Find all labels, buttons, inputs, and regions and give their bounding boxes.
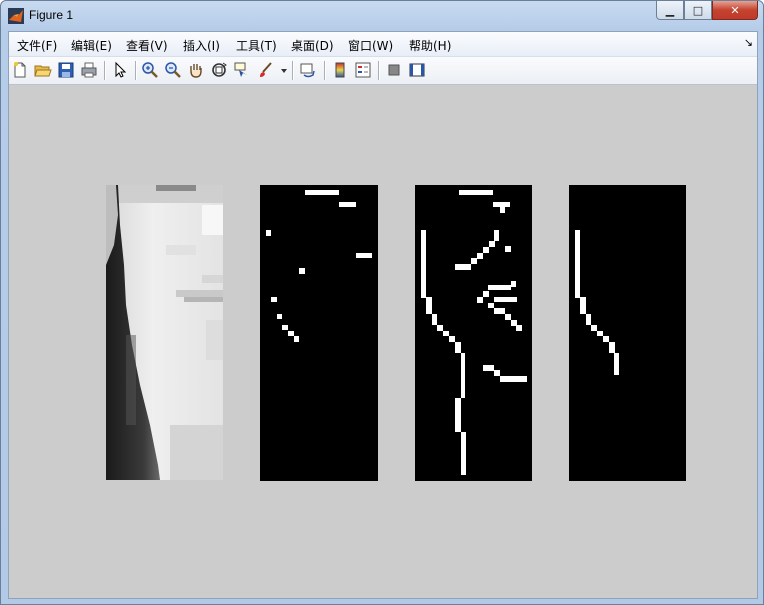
data-cursor-icon[interactable] xyxy=(233,61,251,79)
zoom-out-icon[interactable] xyxy=(164,61,182,79)
menu-file[interactable]: 文件(F) xyxy=(17,37,57,54)
dock-arrow-icon[interactable]: ↘ xyxy=(744,36,753,49)
subplot-edges-sparse[interactable] xyxy=(260,185,378,481)
save-icon[interactable] xyxy=(57,61,75,79)
close-icon: ✕ xyxy=(730,3,740,17)
matlab-logo-icon xyxy=(8,8,24,24)
menu-tools[interactable]: 工具(T) xyxy=(236,37,277,54)
title-bar[interactable]: Figure 1 ▁ □ ✕ xyxy=(1,1,763,31)
maximize-icon: □ xyxy=(692,3,704,17)
menu-desktop[interactable]: 桌面(D) xyxy=(291,37,334,54)
pan-hand-icon[interactable] xyxy=(187,61,205,79)
menu-window[interactable]: 窗口(W) xyxy=(348,37,393,54)
zoom-in-icon[interactable] xyxy=(141,61,159,79)
maximize-button[interactable]: □ xyxy=(684,1,712,20)
window-title: Figure 1 xyxy=(29,8,74,22)
pointer-icon[interactable] xyxy=(111,61,129,79)
brush-icon[interactable] xyxy=(257,61,275,79)
menu-bar: 文件(F) 编辑(E) 查看(V) 插入(I) 工具(T) 桌面(D) 窗口(W… xyxy=(9,32,757,57)
menu-help[interactable]: 帮助(H) xyxy=(409,37,451,54)
subplot-edges-dense[interactable] xyxy=(415,185,532,481)
subplot-grayscale-face[interactable] xyxy=(106,185,223,480)
show-plot-tools-icon[interactable] xyxy=(408,61,426,79)
colorbar-icon[interactable] xyxy=(331,61,349,79)
print-icon[interactable] xyxy=(80,61,98,79)
menu-edit[interactable]: 编辑(E) xyxy=(71,37,112,54)
menu-view[interactable]: 查看(V) xyxy=(126,37,168,54)
new-figure-icon[interactable] xyxy=(11,61,29,79)
figure-client-area: 文件(F) 编辑(E) 查看(V) 插入(I) 工具(T) 桌面(D) 窗口(W… xyxy=(8,31,758,599)
menu-insert[interactable]: 插入(I) xyxy=(183,37,220,54)
close-button[interactable]: ✕ xyxy=(712,1,758,20)
figure-toolbar xyxy=(9,57,757,85)
rotate-3d-icon[interactable] xyxy=(210,61,228,79)
hide-plot-tools-icon[interactable] xyxy=(385,61,403,79)
subplot-contour-edge[interactable] xyxy=(569,185,686,481)
minimize-icon: ▁ xyxy=(665,3,675,17)
open-file-icon[interactable] xyxy=(34,61,52,79)
legend-icon[interactable] xyxy=(354,61,372,79)
figure-window: Figure 1 ▁ □ ✕ 文件(F) 编辑(E) 查看(V) 插入(I) 工… xyxy=(0,0,764,605)
brush-dropdown-icon[interactable] xyxy=(275,61,287,79)
minimize-button[interactable]: ▁ xyxy=(656,1,684,20)
link-plot-icon[interactable] xyxy=(299,61,317,79)
